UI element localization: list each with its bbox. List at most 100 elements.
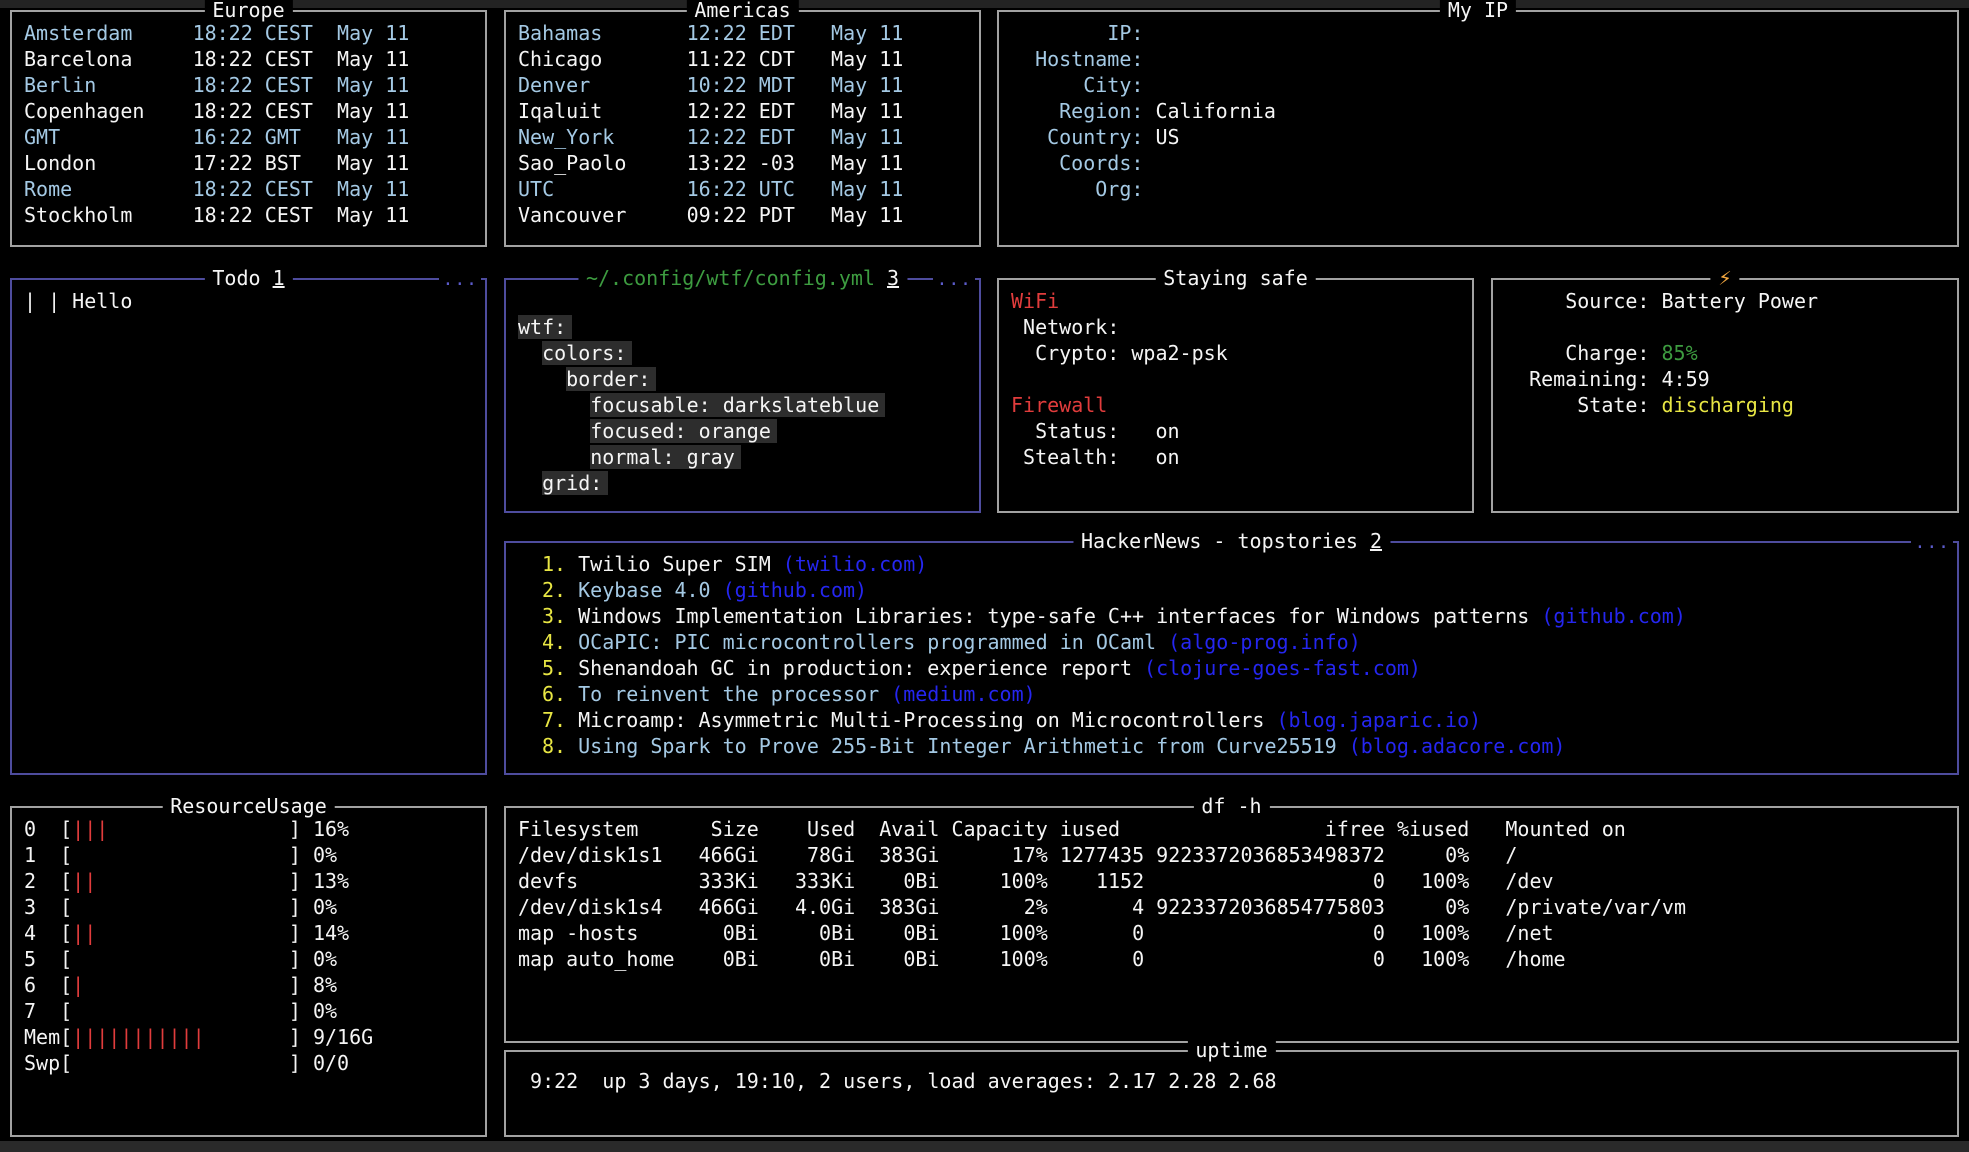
hackernews-story[interactable]: 5.Shenandoah GC in production: experienc…	[542, 655, 1945, 681]
story-link[interactable]: (github.com)	[723, 578, 868, 602]
clock-row: Denver10:22MDTMay 11	[518, 72, 967, 98]
cpu-gauge-row: 3[]0%	[24, 894, 473, 920]
myip-row-region: Region:California	[1011, 98, 1945, 124]
panel-todo[interactable]: Todo1 ... | | Hello	[10, 278, 487, 775]
clock-row: Vancouver09:22PDTMay 11	[518, 202, 967, 228]
blank-line	[1011, 366, 1460, 392]
clock-row: UTC16:22UTCMay 11	[518, 176, 967, 202]
story-link[interactable]: (twilio.com)	[783, 552, 928, 576]
panel-title-df: df -h	[1193, 793, 1269, 819]
panel-clocks-europe: Europe Amsterdam18:22CESTMay 11 Barcelon…	[10, 10, 487, 247]
myip-row-city: City:	[1011, 72, 1945, 98]
resource-usage-body: 0[|||]16% 1[]0% 2[||]13% 3[]0% 4[||]14% …	[12, 808, 485, 1084]
df-row: /dev/disk1s1 466Gi 78Gi 383Gi 17% 127743…	[518, 842, 1945, 868]
df-row: devfs 333Ki 333Ki 0Bi 100% 1152 0 100% /…	[518, 868, 1945, 894]
df-table: Filesystem Size Used Avail Capacity iuse…	[506, 808, 1957, 980]
clock-row: Chicago11:22CDTMay 11	[518, 46, 967, 72]
panel-title-resource-usage: ResourceUsage	[162, 793, 335, 819]
config-focus-index: 3	[887, 266, 899, 290]
hackernews-focus-index: 2	[1370, 529, 1382, 553]
panel-my-ip: My IP IP: Hostname: City: Region:Califor…	[997, 10, 1959, 247]
panel-title-uptime: uptime	[1187, 1037, 1275, 1063]
panel-config-yml[interactable]: ~/.config/wtf/config.yml3 ... wtf: color…	[504, 278, 981, 513]
scroll-more-indicator: ...	[933, 267, 975, 293]
story-link[interactable]: (blog.japaric.io)	[1276, 708, 1481, 732]
df-header-row: Filesystem Size Used Avail Capacity iuse…	[518, 816, 1945, 842]
clock-row: Amsterdam18:22CESTMay 11	[24, 20, 473, 46]
cpu-gauge-row: 0[|||]16%	[24, 816, 473, 842]
story-link[interactable]: (clojure-goes-fast.com)	[1144, 656, 1421, 680]
hackernews-story-list: 1.Twilio Super SIM(twilio.com) 2.Keybase…	[506, 543, 1957, 767]
story-link[interactable]: (algo-prog.info)	[1168, 630, 1361, 654]
df-row: /dev/disk1s4 466Gi 4.0Gi 383Gi 2% 4 9223…	[518, 894, 1945, 920]
panel-title-todo: Todo1	[204, 265, 292, 291]
story-link[interactable]: (blog.adacore.com)	[1349, 734, 1566, 758]
code-line: border:	[518, 366, 967, 392]
myip-row-country: Country:US	[1011, 124, 1945, 150]
cpu-gauge-row: 1[]0%	[24, 842, 473, 868]
cpu-gauge-row: 7[]0%	[24, 998, 473, 1024]
hackernews-story[interactable]: 7.Microamp: Asymmetric Multi-Processing …	[542, 707, 1945, 733]
lightning-bolt-icon: ⚡	[1718, 266, 1731, 291]
staying-safe-body: WiFi Network: Crypto:wpa2-psk Firewall S…	[999, 280, 1472, 478]
myip-row-coords: Coords:	[1011, 150, 1945, 176]
code-line: normal: gray	[518, 444, 967, 470]
clock-row: Stockholm18:22CESTMay 11	[24, 202, 473, 228]
clock-row: Bahamas12:22EDTMay 11	[518, 20, 967, 46]
hackernews-story[interactable]: 8.Using Spark to Prove 255-Bit Integer A…	[542, 733, 1945, 759]
df-row: map -hosts 0Bi 0Bi 0Bi 100% 0 0 100% /ne…	[518, 920, 1945, 946]
scroll-more-indicator: ...	[439, 267, 481, 293]
panel-title-hackernews: HackerNews - topstories2	[1073, 528, 1390, 554]
terminal-top-strip	[0, 0, 1969, 8]
panel-resource-usage: ResourceUsage 0[|||]16% 1[]0% 2[||]13% 3…	[10, 806, 487, 1137]
code-line: focused: orange	[518, 418, 967, 444]
battery-remaining-row: Remaining:4:59	[1505, 366, 1945, 392]
cpu-gauge-row: 5[]0%	[24, 946, 473, 972]
hackernews-story[interactable]: 3.Windows Implementation Libraries: type…	[542, 603, 1945, 629]
myip-row-ip: IP:	[1011, 20, 1945, 46]
clock-row: Barcelona18:22CESTMay 11	[24, 46, 473, 72]
firewall-stealth-row: Stealth:on	[1011, 444, 1460, 470]
panel-battery: ⚡ Source:Battery Power Charge:85% Remain…	[1491, 278, 1959, 513]
uptime-line: 9:22 up 3 days, 19:10, 2 users, load ave…	[518, 1068, 1945, 1094]
cpu-bar: ||	[72, 868, 289, 894]
blank-line	[518, 288, 967, 314]
cpu-bar: |||	[72, 816, 289, 842]
battery-charge-row: Charge:85%	[1505, 340, 1945, 366]
panel-title-staying-safe: Staying safe	[1155, 265, 1316, 291]
panel-title-europe: Europe	[204, 0, 292, 23]
story-link[interactable]: (medium.com)	[891, 682, 1036, 706]
clock-row: Iqaluit12:22EDTMay 11	[518, 98, 967, 124]
panel-hackernews[interactable]: HackerNews - topstories2 ... 1.Twilio Su…	[504, 541, 1959, 775]
battery-body: Source:Battery Power Charge:85% Remainin…	[1493, 280, 1957, 426]
scroll-more-indicator: ...	[1911, 530, 1953, 556]
my-ip-list: IP: Hostname: City: Region:California Co…	[999, 12, 1957, 210]
df-row: map auto_home 0Bi 0Bi 0Bi 100% 0 0 100% …	[518, 946, 1945, 972]
cpu-bar: |	[72, 972, 289, 998]
cpu-gauge-row: 4[||]14%	[24, 920, 473, 946]
code-line: focusable: darkslateblue	[518, 392, 967, 418]
europe-clock-list: Amsterdam18:22CESTMay 11 Barcelona18:22C…	[12, 12, 485, 236]
firewall-section-header: Firewall	[1011, 392, 1460, 418]
americas-clock-list: Bahamas12:22EDTMay 11 Chicago11:22CDTMay…	[506, 12, 979, 236]
blank-line	[1505, 314, 1945, 340]
panel-title-americas: Americas	[686, 0, 798, 23]
config-code: wtf: colors: border: focusable: darkslat…	[506, 280, 979, 504]
clock-row: Copenhagen18:22CESTMay 11	[24, 98, 473, 124]
panel-staying-safe: Staying safe WiFi Network: Crypto:wpa2-p…	[997, 278, 1474, 513]
battery-state-row: State:discharging	[1505, 392, 1945, 418]
todo-item[interactable]: | | Hello	[24, 288, 473, 314]
clock-row: GMT16:22GMTMay 11	[24, 124, 473, 150]
story-link[interactable]: (github.com)	[1541, 604, 1686, 628]
hackernews-story[interactable]: 2.Keybase 4.0(github.com)	[542, 577, 1945, 603]
memory-bar: |||||||||||	[72, 1024, 289, 1050]
hackernews-story[interactable]: 1.Twilio Super SIM(twilio.com)	[542, 551, 1945, 577]
myip-row-hostname: Hostname:	[1011, 46, 1945, 72]
swap-gauge-row: Swp[]0/0	[24, 1050, 473, 1076]
cpu-gauge-row: 6[|]8%	[24, 972, 473, 998]
hackernews-story[interactable]: 6.To reinvent the processor(medium.com)	[542, 681, 1945, 707]
clock-row: Berlin18:22CESTMay 11	[24, 72, 473, 98]
panel-df: df -h Filesystem Size Used Avail Capacit…	[504, 806, 1959, 1043]
clock-row: Sao_Paolo13:22-03May 11	[518, 150, 967, 176]
hackernews-story[interactable]: 4.OCaPIC: PIC microcontrollers programme…	[542, 629, 1945, 655]
